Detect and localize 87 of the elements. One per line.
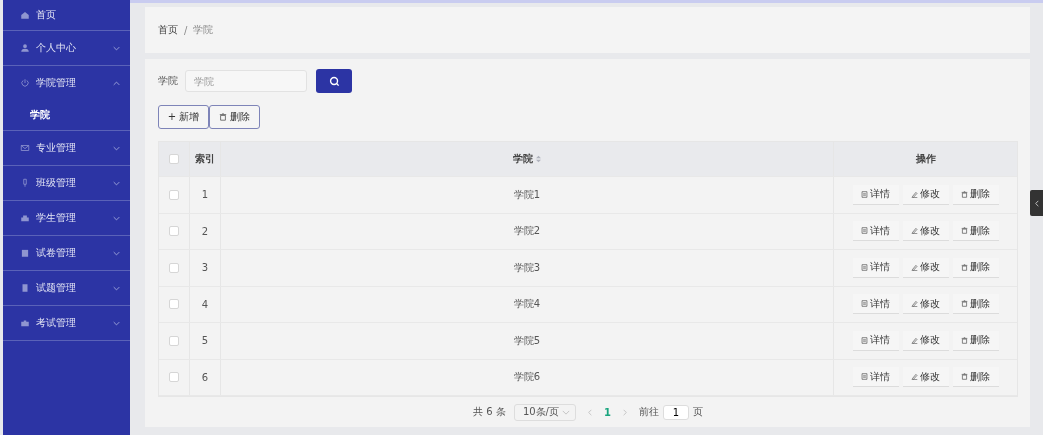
table-cell: 2 (190, 213, 221, 249)
table-cell: 学院6 (221, 359, 834, 395)
column-header: 索引 (190, 142, 221, 176)
trash-icon (961, 190, 968, 198)
trash-icon (961, 373, 968, 381)
search-field[interactable]: 学院 (185, 70, 307, 92)
page-size-select[interactable]: 10条/页 (513, 403, 576, 421)
table-cell: 5 (190, 323, 221, 359)
breadcrumb-item[interactable]: 首页 (158, 23, 178, 37)
document-icon (20, 283, 30, 293)
next-page-icon[interactable] (622, 408, 627, 416)
pencil-icon (911, 373, 918, 381)
row-checkbox[interactable] (169, 262, 179, 273)
chevron-left-icon (1034, 199, 1039, 207)
home-icon (20, 10, 30, 20)
pencil-icon (911, 227, 918, 235)
pencil-icon (911, 336, 918, 344)
sidebar-item[interactable]: 考试管理 (3, 306, 130, 340)
power-icon (20, 78, 30, 88)
prev-page-icon[interactable] (587, 408, 592, 416)
select-all-checkbox[interactable] (169, 154, 179, 164)
table-cell: 学院1 (221, 177, 834, 213)
sort-icon[interactable] (536, 155, 541, 163)
user-icon (20, 43, 30, 53)
chevron-down-icon (113, 320, 120, 326)
search-icon (328, 75, 340, 87)
table-cell: 学院4 (221, 286, 834, 322)
sidebar-item[interactable]: 学院管理 (3, 66, 130, 100)
chevron-down-icon (113, 250, 120, 256)
table-cell: 1 (190, 177, 221, 213)
page-suffix: 页 (692, 405, 703, 419)
total-count: 共 6 条 (473, 405, 506, 419)
chevron-down-icon (113, 285, 120, 291)
pencil-icon (911, 300, 918, 308)
sidebar-item[interactable]: 班级管理 (3, 166, 130, 200)
pencil-icon (911, 190, 918, 198)
row-checkbox[interactable] (169, 226, 179, 237)
trash-icon (961, 336, 968, 344)
sidebar-item[interactable]: 首页 (3, 0, 130, 30)
document-icon (861, 190, 868, 198)
sidebar-item[interactable]: 试题管理 (3, 271, 130, 305)
trash-icon (961, 263, 968, 271)
chevron-down-icon (113, 45, 120, 51)
table-cell: 学院5 (221, 323, 834, 359)
chevron-down-icon (113, 145, 120, 151)
search-label: 学院 (158, 74, 178, 88)
row-checkbox[interactable] (169, 335, 179, 346)
add-button[interactable]: + 新增 (158, 105, 209, 129)
briefcase-icon (20, 318, 30, 328)
goto-page-field[interactable]: 1 (662, 404, 689, 420)
row-checkbox[interactable] (169, 372, 179, 383)
sidebar-item[interactable]: 个人中心 (3, 31, 130, 65)
bag-icon (20, 213, 30, 223)
goto-label: 前往 (638, 405, 659, 419)
row-checkbox[interactable] (169, 189, 179, 200)
chevron-up-icon (113, 80, 120, 86)
row-checkbox[interactable] (169, 299, 179, 310)
table-cell: 学院2 (221, 213, 834, 249)
trash-icon (961, 300, 968, 308)
trash-icon (219, 113, 227, 121)
document-icon (861, 227, 868, 235)
sidebar-item[interactable]: 专业管理 (3, 131, 130, 165)
microphone-icon (20, 178, 30, 188)
breadcrumb-separator: / (184, 24, 188, 36)
table-cell: 4 (190, 286, 221, 322)
table-cell: 3 (190, 250, 221, 286)
sidebar-item[interactable]: 学生管理 (3, 201, 130, 235)
document-icon (861, 373, 868, 381)
trash-icon (961, 227, 968, 235)
document-icon (861, 263, 868, 271)
search-button[interactable] (316, 69, 352, 93)
sidebar-item[interactable]: 试卷管理 (3, 236, 130, 270)
table-cell: 6 (190, 359, 221, 395)
dropdown-icon (561, 409, 570, 415)
document-icon (861, 336, 868, 344)
collapse-tab[interactable] (1030, 190, 1043, 216)
delete-button[interactable]: 删除 (209, 105, 260, 129)
table-cell: 学院3 (221, 250, 834, 286)
column-header: 操作 (914, 152, 937, 166)
pencil-icon (911, 263, 918, 271)
submenu-item[interactable]: 学院 (3, 100, 130, 130)
mail-icon (20, 143, 30, 153)
document-icon (861, 300, 868, 308)
breadcrumb-item: 学院 (193, 23, 214, 37)
chevron-down-icon (113, 180, 120, 186)
column-header[interactable]: 学院 (513, 152, 533, 166)
chevron-down-icon (113, 215, 120, 221)
